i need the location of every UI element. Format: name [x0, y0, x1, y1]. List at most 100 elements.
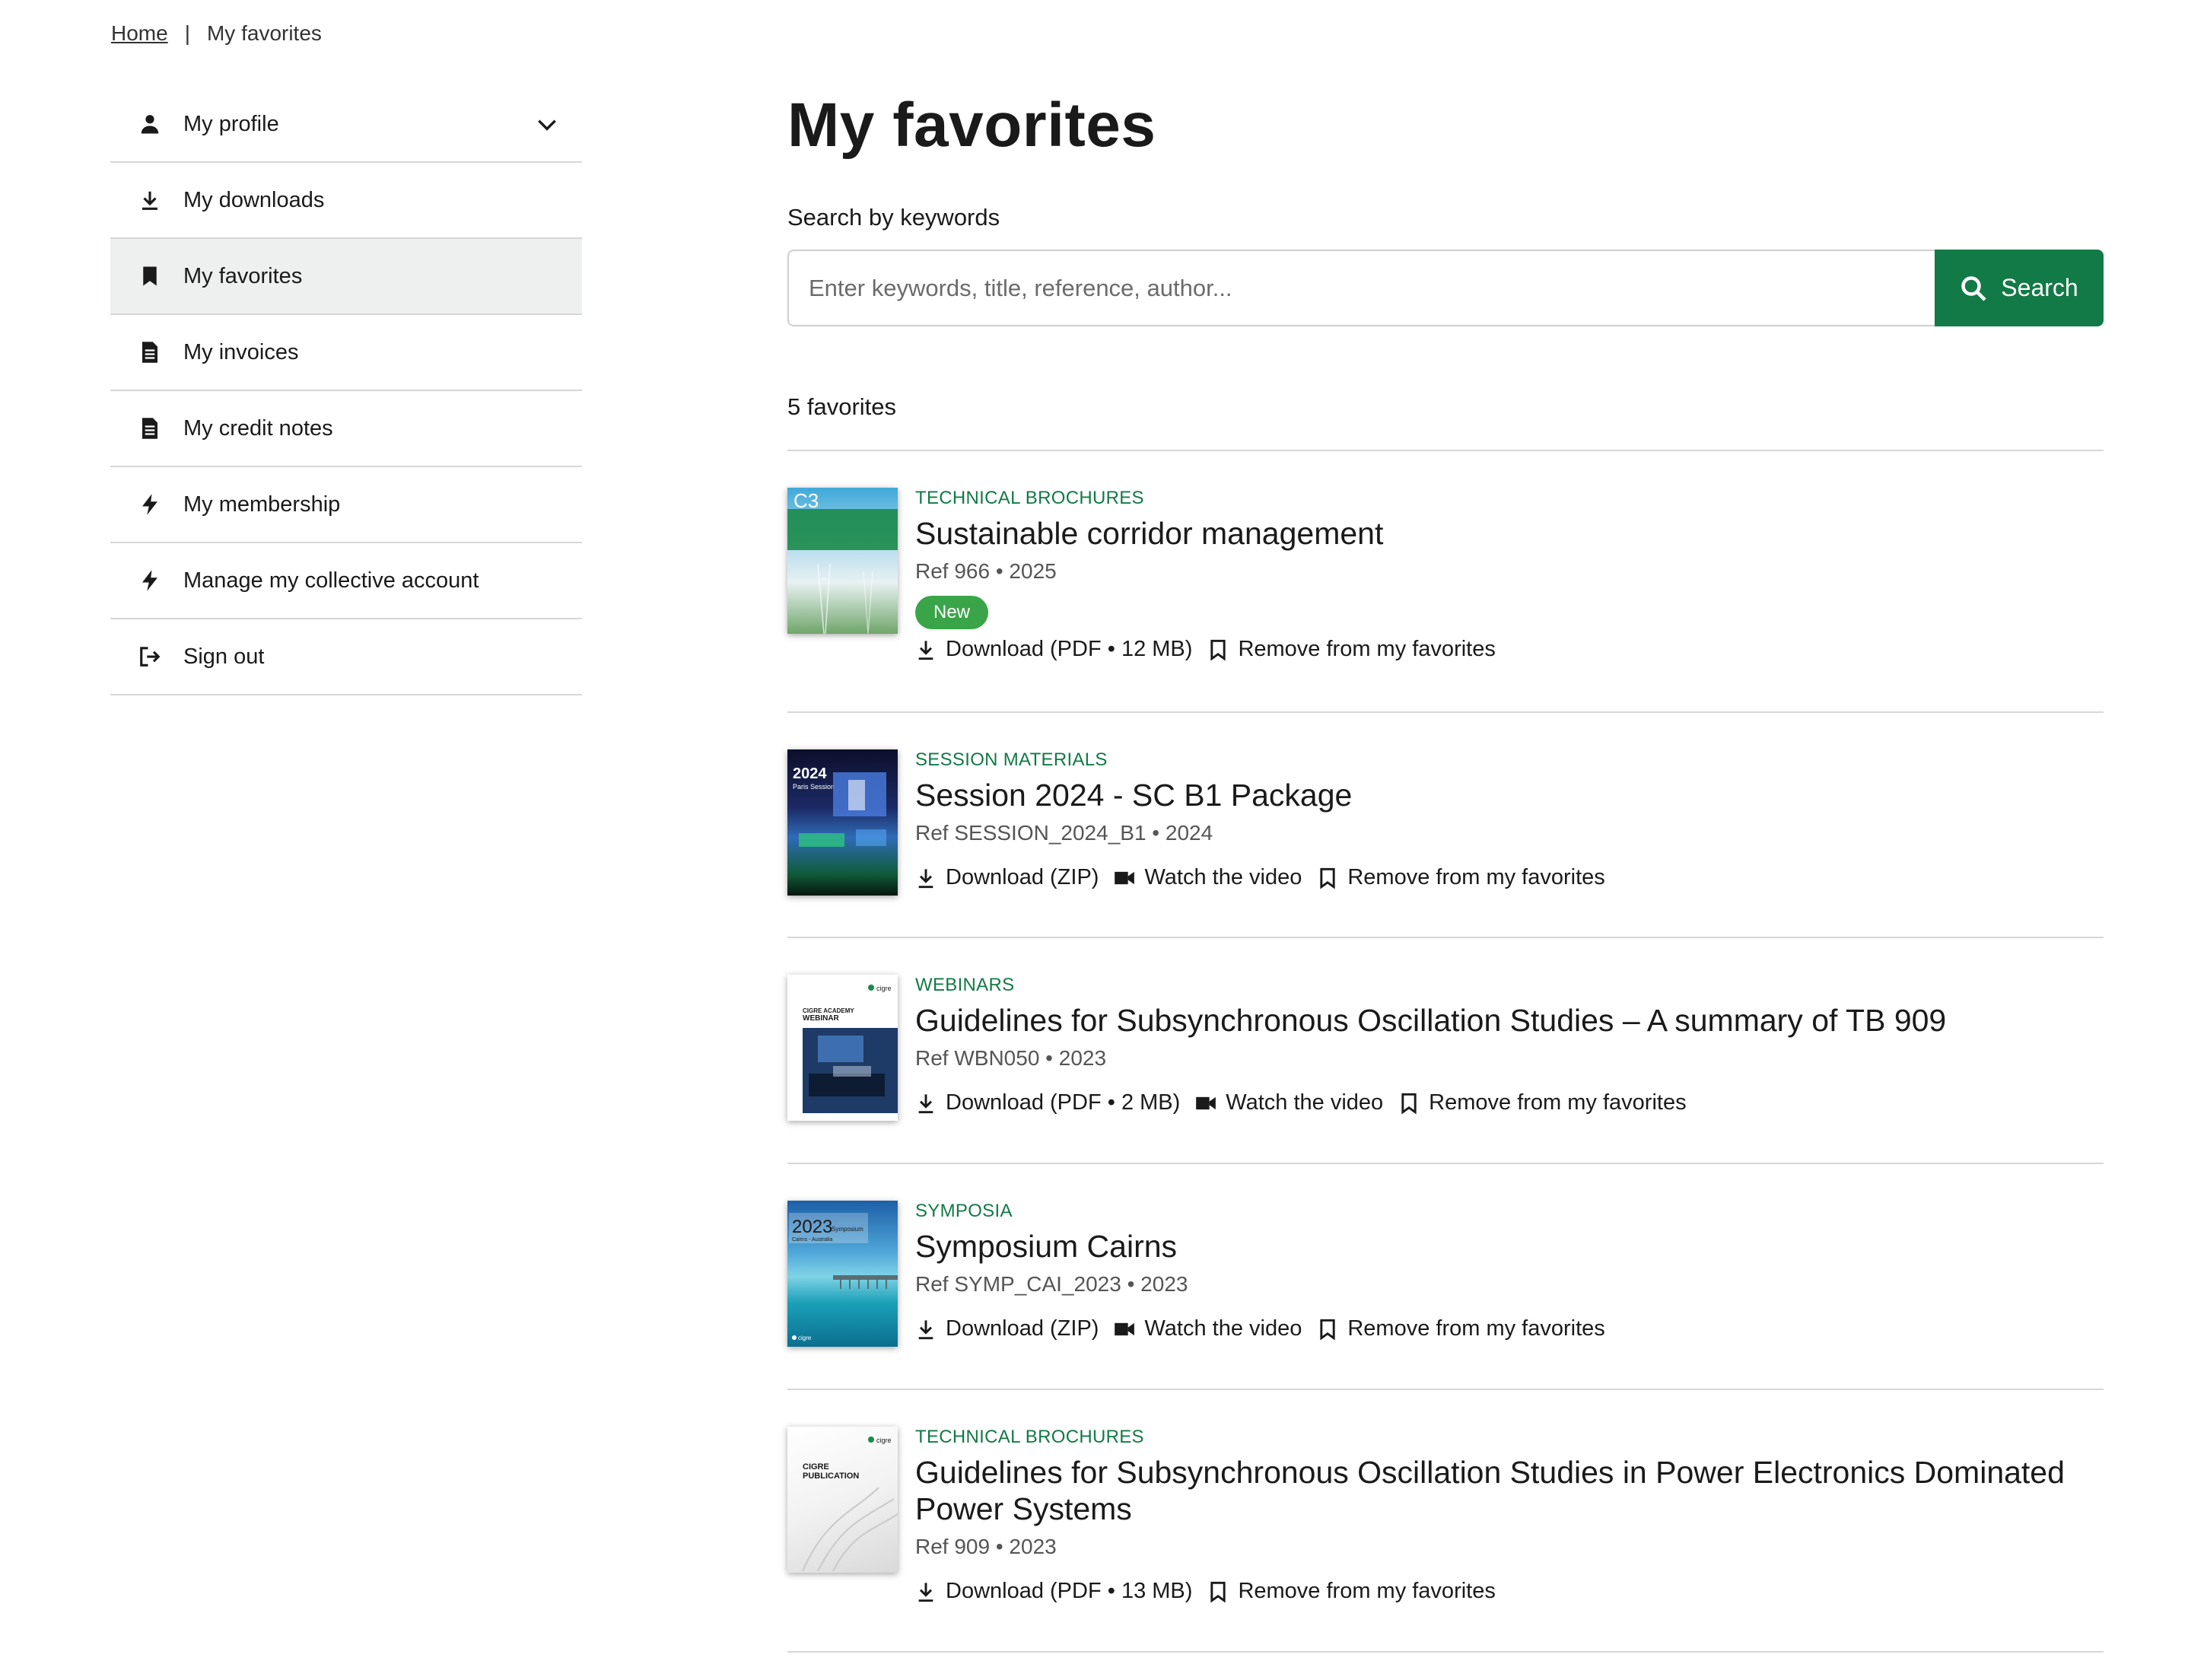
item-actions: Download (PDF • 2 MB) Watch the video Re…: [915, 1090, 2102, 1115]
sidebar-item-label: My downloads: [183, 187, 325, 212]
favorite-item-details: SYMPOSIA Symposium Cairns Ref SYMP_CAI_2…: [915, 1199, 2102, 1341]
thumbnail-label: Cairns - Australia: [792, 1237, 832, 1242]
thumbnail-label: cigre: [798, 1335, 812, 1341]
download-button[interactable]: Download (PDF • 13 MB): [915, 1579, 1192, 1604]
remove-label: Remove from my favorites: [1238, 637, 1496, 661]
remove-label: Remove from my favorites: [1347, 1316, 1605, 1341]
sign-out-icon: [135, 641, 165, 672]
sidebar-item-sign-out[interactable]: Sign out: [110, 619, 582, 695]
item-reference: Ref WBN050 • 2023: [915, 1046, 1107, 1070]
publication-thumbnail[interactable]: 2023 Symposium Cairns - Australia cigre: [787, 1201, 898, 1347]
publication-thumbnail[interactable]: cigre CIGRE ACADEMY WEBINAR: [787, 975, 898, 1121]
bolt-icon: [135, 565, 165, 596]
download-icon: [918, 1093, 933, 1113]
thumbnail-label: C3: [793, 489, 819, 512]
sidebar-item-label: Sign out: [183, 644, 265, 669]
item-category: SESSION MATERIALS: [915, 749, 1108, 770]
publication-thumbnail[interactable]: C3: [787, 488, 898, 634]
remove-label: Remove from my favorites: [1347, 865, 1605, 889]
publication-thumbnail[interactable]: cigre CIGRE PUBLICATION: [787, 1427, 898, 1573]
item-reference: Ref 909 • 2023: [915, 1535, 1057, 1558]
bookmark-icon: [135, 261, 165, 291]
item-reference: Ref 966 • 2025: [915, 559, 1057, 583]
thumbnail-label: Paris Session: [793, 783, 835, 791]
item-actions: Download (ZIP) Watch the video Remove fr…: [915, 865, 2102, 890]
divider: [787, 1389, 2104, 1390]
item-reference: Ref SESSION_2024_B1 • 2024: [915, 821, 1213, 845]
favorites-count: 5 favorites: [787, 393, 897, 420]
breadcrumb-current: My favorites: [206, 21, 322, 45]
chevron-down-icon[interactable]: [535, 113, 559, 137]
sidebar-item-manage-collective-account[interactable]: Manage my collective account: [110, 543, 582, 619]
page-title: My favorites: [787, 91, 1156, 160]
sidebar-item-label: Manage my collective account: [183, 568, 479, 593]
remove-favorite-button[interactable]: Remove from my favorites: [1398, 1090, 1687, 1115]
download-button[interactable]: Download (ZIP): [915, 1316, 1099, 1341]
remove-label: Remove from my favorites: [1238, 1579, 1496, 1603]
item-category: WEBINARS: [915, 975, 1015, 995]
download-button[interactable]: Download (PDF • 12 MB): [915, 637, 1192, 662]
thumbnail-label: PUBLICATION: [803, 1472, 859, 1481]
user-icon: [135, 109, 165, 139]
item-title[interactable]: Sustainable corridor management: [915, 515, 2102, 552]
favorite-item-details: TECHNICAL BROCHURES Guidelines for Subsy…: [915, 1425, 2102, 1604]
search-button[interactable]: Search: [1935, 250, 2104, 326]
thumbnail-label: cigre: [876, 985, 892, 992]
download-button[interactable]: Download (PDF • 2 MB): [915, 1090, 1180, 1115]
thumbnail-graphic: cigre CIGRE PUBLICATION: [802, 1437, 898, 1572]
search-icon: [1961, 275, 1986, 301]
item-category: TECHNICAL BROCHURES: [915, 1427, 1144, 1447]
favorite-item-details: WEBINARS Guidelines for Subsynchronous O…: [915, 973, 2102, 1115]
publication-thumbnail[interactable]: 2024 Paris Session: [787, 749, 898, 896]
thumbnail-graphic: cigre CIGRE ACADEMY WEBINAR: [803, 985, 898, 1113]
download-icon: [918, 1582, 933, 1602]
thumbnail-label: CIGRE: [803, 1462, 829, 1472]
sidebar-item-my-credit-notes[interactable]: My credit notes: [110, 391, 582, 467]
remove-favorite-button[interactable]: Remove from my favorites: [1207, 1579, 1496, 1604]
sidebar-item-my-membership[interactable]: My membership: [110, 467, 582, 543]
item-category: SYMPOSIA: [915, 1201, 1013, 1221]
video-label: Watch the video: [1226, 1090, 1384, 1115]
download-label: Download (ZIP): [946, 865, 1099, 889]
search-input[interactable]: [787, 250, 1935, 326]
sidebar-item-label: My favorites: [183, 263, 303, 288]
item-title[interactable]: Symposium Cairns: [915, 1228, 2102, 1265]
item-title[interactable]: Guidelines for Subsynchronous Oscillatio…: [915, 1454, 2102, 1527]
sidebar-item-my-invoices[interactable]: My invoices: [110, 315, 582, 391]
thumbnail-graphic: 2023 Symposium Cairns - Australia cigre: [789, 1213, 898, 1341]
remove-favorite-button[interactable]: Remove from my favorites: [1207, 637, 1496, 662]
bolt-icon: [135, 489, 165, 520]
thumbnail-label: cigre: [876, 1437, 892, 1444]
watch-video-button[interactable]: Watch the video: [1114, 865, 1302, 890]
breadcrumb-separator: |: [184, 21, 190, 45]
bookmark-outline-icon: [1320, 1319, 1335, 1341]
item-reference: Ref SYMP_CAI_2023 • 2023: [915, 1272, 1188, 1296]
remove-favorite-button[interactable]: Remove from my favorites: [1317, 1316, 1605, 1341]
sidebar-item-my-profile[interactable]: My profile: [110, 87, 582, 163]
bookmark-outline-icon: [1210, 639, 1226, 661]
item-title[interactable]: Guidelines for Subsynchronous Oscillatio…: [915, 1002, 2102, 1039]
thumbnail-graphic: 2024 Paris Session: [793, 765, 886, 847]
download-label: Download (ZIP): [946, 1316, 1099, 1341]
watch-video-button[interactable]: Watch the video: [1195, 1090, 1383, 1115]
download-icon: [918, 868, 933, 888]
remove-favorite-button[interactable]: Remove from my favorites: [1317, 865, 1605, 890]
search-bar: Search: [787, 250, 2104, 326]
document-icon: [135, 413, 165, 444]
divider: [787, 937, 2104, 938]
download-button[interactable]: Download (ZIP): [915, 865, 1099, 890]
sidebar-item-my-downloads[interactable]: My downloads: [110, 163, 582, 239]
download-icon: [918, 1319, 933, 1339]
video-camera-icon: [1196, 1096, 1216, 1109]
download-icon: [918, 640, 933, 660]
favorite-item-details: SESSION MATERIALS Session 2024 - SC B1 P…: [915, 748, 2102, 890]
thumbnail-label: CIGRE ACADEMY: [803, 1007, 854, 1014]
thumbnail-label: WEBINAR: [803, 1014, 840, 1023]
watch-video-button[interactable]: Watch the video: [1114, 1316, 1302, 1341]
sidebar-item-my-favorites[interactable]: My favorites: [110, 239, 582, 315]
item-category: TECHNICAL BROCHURES: [915, 488, 1144, 508]
thumbnail-label: 2023: [792, 1217, 832, 1237]
item-title[interactable]: Session 2024 - SC B1 Package: [915, 777, 2102, 813]
breadcrumb-home-link[interactable]: Home: [111, 21, 168, 46]
video-label: Watch the video: [1144, 865, 1302, 889]
